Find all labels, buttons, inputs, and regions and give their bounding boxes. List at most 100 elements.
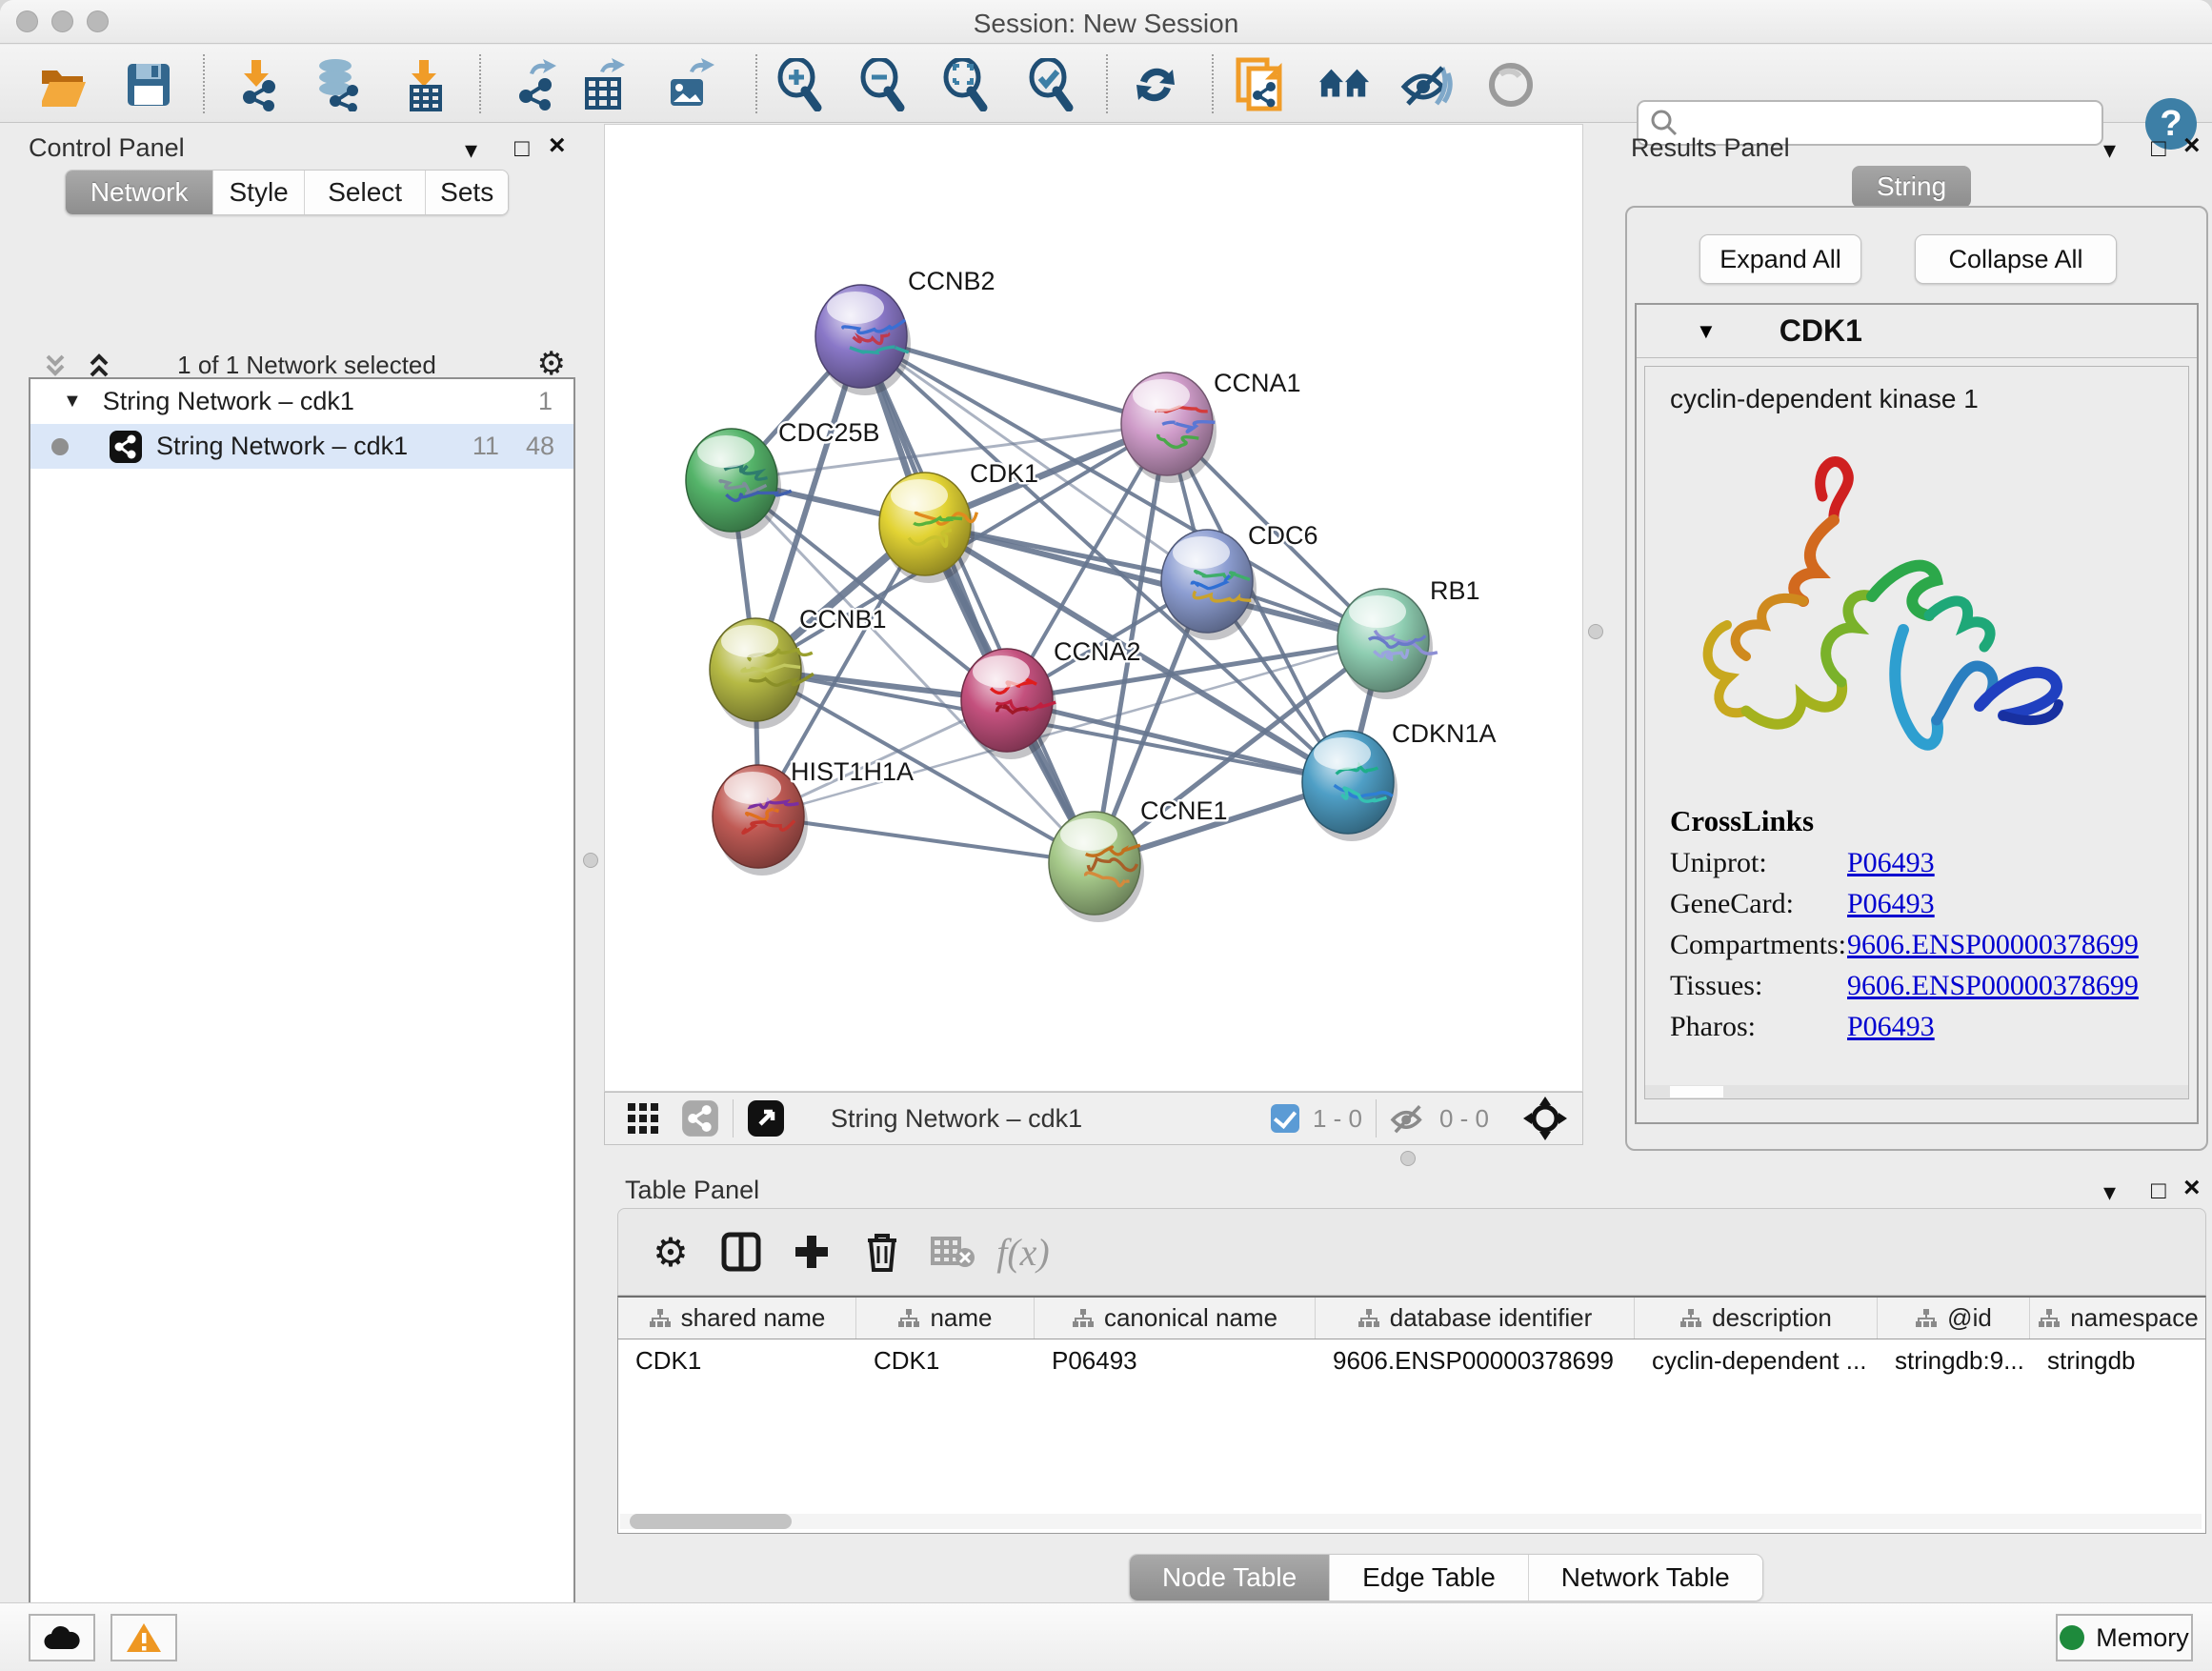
- tab-string[interactable]: String: [1852, 166, 1971, 208]
- horizontal-splitter-handle[interactable]: [1400, 1151, 1416, 1166]
- warnings-button[interactable]: [111, 1614, 177, 1661]
- network-node-HIST1H1A[interactable]: HIST1H1A: [713, 757, 914, 876]
- network-row[interactable]: String Network – cdk1 11 48: [30, 424, 573, 469]
- export-table-button[interactable]: [577, 58, 631, 111]
- collapse-all-button[interactable]: Collapse All: [1915, 234, 2117, 284]
- column-header-name[interactable]: name: [856, 1298, 1035, 1339]
- crosslinks-list: Uniprot:P06493GeneCard:P06493Compartment…: [1645, 847, 2188, 1043]
- network-collection-row[interactable]: ▼ String Network – cdk1 1: [30, 379, 573, 424]
- right-splitter-handle[interactable]: [1588, 624, 1603, 639]
- column-header-database-identifier[interactable]: database identifier: [1316, 1298, 1635, 1339]
- column-header-shared-name[interactable]: shared name: [618, 1298, 856, 1339]
- birdseye-view-icon[interactable]: [747, 1099, 785, 1137]
- network-node-CDC6[interactable]: CDC6: [1161, 521, 1318, 640]
- gene-header-row[interactable]: ▼ CDK1: [1637, 305, 2197, 358]
- graphics-details-button[interactable]: [1484, 58, 1538, 111]
- tab-network[interactable]: Network: [66, 171, 213, 214]
- crosslink-link[interactable]: 9606.ENSP00000378699: [1847, 970, 2139, 1002]
- show-columns-icon[interactable]: [706, 1223, 776, 1280]
- apply-preferred-layout-button[interactable]: [1129, 58, 1182, 111]
- import-table-file-button[interactable]: [398, 58, 452, 111]
- zoom-selected-button[interactable]: [1023, 58, 1076, 111]
- gene-name: CDK1: [1780, 313, 1862, 349]
- selected-count: 1 - 0: [1313, 1104, 1362, 1134]
- import-network-database-button[interactable]: [311, 58, 364, 111]
- column-header-canonical-name[interactable]: canonical name: [1035, 1298, 1316, 1339]
- crosslink-link[interactable]: P06493: [1847, 1011, 1935, 1043]
- network-node-CDK1[interactable]: CDK1: [879, 459, 1038, 583]
- zoom-out-button[interactable]: [855, 58, 908, 111]
- network-node-RB1[interactable]: RB1: [1337, 576, 1480, 699]
- table-cell[interactable]: CDK1: [618, 1339, 856, 1381]
- table-hscrollbar[interactable]: [620, 1514, 2202, 1529]
- disclosure-triangle-icon[interactable]: ▼: [1696, 319, 1717, 344]
- tab-sets[interactable]: Sets: [426, 171, 508, 214]
- save-session-button[interactable]: [122, 58, 175, 111]
- table-cell[interactable]: stringdb:9...: [1878, 1339, 2030, 1381]
- network-canvas[interactable]: CCNB2CCNA1CDC25BCDK1CDC6RB1CCNB1CCNA2CDK…: [604, 124, 1583, 1092]
- network-share-gray-icon[interactable]: [681, 1099, 719, 1137]
- selected-checkbox-icon[interactable]: [1271, 1104, 1299, 1133]
- crosslink-label: Pharos:: [1670, 1011, 1847, 1043]
- zoom-fit-button[interactable]: [937, 58, 991, 111]
- table-cell[interactable]: 9606.ENSP00000378699: [1316, 1339, 1635, 1381]
- column-header-namespace[interactable]: namespace: [2030, 1298, 2206, 1339]
- network-node-CCNB1[interactable]: CCNB1: [710, 605, 887, 729]
- houses-icon: [1317, 63, 1371, 107]
- memory-button[interactable]: Memory: [2056, 1614, 2193, 1661]
- tab-edge-table[interactable]: Edge Table: [1330, 1555, 1529, 1601]
- panel-float-icon[interactable]: □: [2151, 1176, 2166, 1205]
- import-table-icon: [400, 58, 450, 111]
- table-options-gear-icon[interactable]: ⚙: [635, 1223, 706, 1280]
- crosslink-link[interactable]: P06493: [1847, 847, 1935, 879]
- crosslink-row: Pharos:P06493: [1670, 1011, 2188, 1043]
- open-session-button[interactable]: [38, 58, 91, 111]
- crosslink-link[interactable]: 9606.ENSP00000378699: [1847, 929, 2139, 961]
- tab-network-table[interactable]: Network Table: [1529, 1555, 1762, 1601]
- crosshair-icon[interactable]: [1523, 1097, 1567, 1140]
- results-panel-title: Results Panel: [1631, 133, 1790, 163]
- panel-close-icon[interactable]: ×: [2183, 1172, 2201, 1204]
- add-column-icon[interactable]: [776, 1223, 847, 1280]
- panel-close-icon[interactable]: ×: [2183, 130, 2201, 162]
- table-cell[interactable]: CDK1: [856, 1339, 1035, 1381]
- scroll-thumb[interactable]: [630, 1514, 792, 1529]
- grid-mode-icon[interactable]: [626, 1101, 660, 1136]
- node-label-HIST1H1A: HIST1H1A: [791, 757, 914, 786]
- cloud-button[interactable]: [29, 1614, 95, 1661]
- panel-close-icon[interactable]: ×: [549, 130, 566, 162]
- panel-float-icon[interactable]: □: [514, 133, 530, 163]
- network-from-selection-button[interactable]: [1233, 58, 1286, 111]
- network-node-CDKN1A[interactable]: CDKN1A: [1302, 719, 1497, 841]
- hide-selection-button[interactable]: [1400, 58, 1454, 111]
- table-cell[interactable]: P06493: [1035, 1339, 1316, 1381]
- delete-column-trash-icon[interactable]: [847, 1223, 917, 1280]
- tab-select[interactable]: Select: [305, 171, 426, 214]
- results-hscrollbar[interactable]: [1645, 1085, 2188, 1098]
- export-table-icon: [579, 58, 629, 111]
- crosslink-link[interactable]: P06493: [1847, 888, 1935, 920]
- export-network-button[interactable]: [511, 58, 564, 111]
- network-edge[interactable]: [758, 816, 1095, 863]
- network-node-CCNE1[interactable]: CCNE1: [1049, 796, 1228, 922]
- tab-style[interactable]: Style: [213, 171, 305, 214]
- node-label-CCNA1: CCNA1: [1214, 369, 1301, 397]
- export-image-button[interactable]: [663, 58, 716, 111]
- expand-all-button[interactable]: Expand All: [1699, 234, 1861, 284]
- table-cell[interactable]: stringdb: [2030, 1339, 2206, 1381]
- disclosure-triangle-icon[interactable]: ▼: [63, 391, 82, 413]
- panel-collapse-icon[interactable]: ▾: [2103, 1178, 2116, 1207]
- panel-float-icon[interactable]: □: [2151, 133, 2166, 163]
- table-row[interactable]: CDK1CDK1P064939606.ENSP00000378699cyclin…: [618, 1339, 2205, 1381]
- tab-node-table[interactable]: Node Table: [1130, 1555, 1330, 1601]
- left-splitter-handle[interactable]: [583, 853, 598, 868]
- table-cell[interactable]: cyclin-dependent ...: [1635, 1339, 1878, 1381]
- toolbar-separator: [1212, 54, 1214, 113]
- import-network-file-button[interactable]: [231, 58, 284, 111]
- panel-collapse-icon[interactable]: ▾: [465, 135, 477, 165]
- column-header--id[interactable]: @id: [1878, 1298, 2030, 1339]
- column-header-description[interactable]: description: [1635, 1298, 1878, 1339]
- first-neighbors-button[interactable]: [1317, 58, 1371, 111]
- panel-collapse-icon[interactable]: ▾: [2103, 135, 2116, 165]
- zoom-in-button[interactable]: [772, 58, 825, 111]
